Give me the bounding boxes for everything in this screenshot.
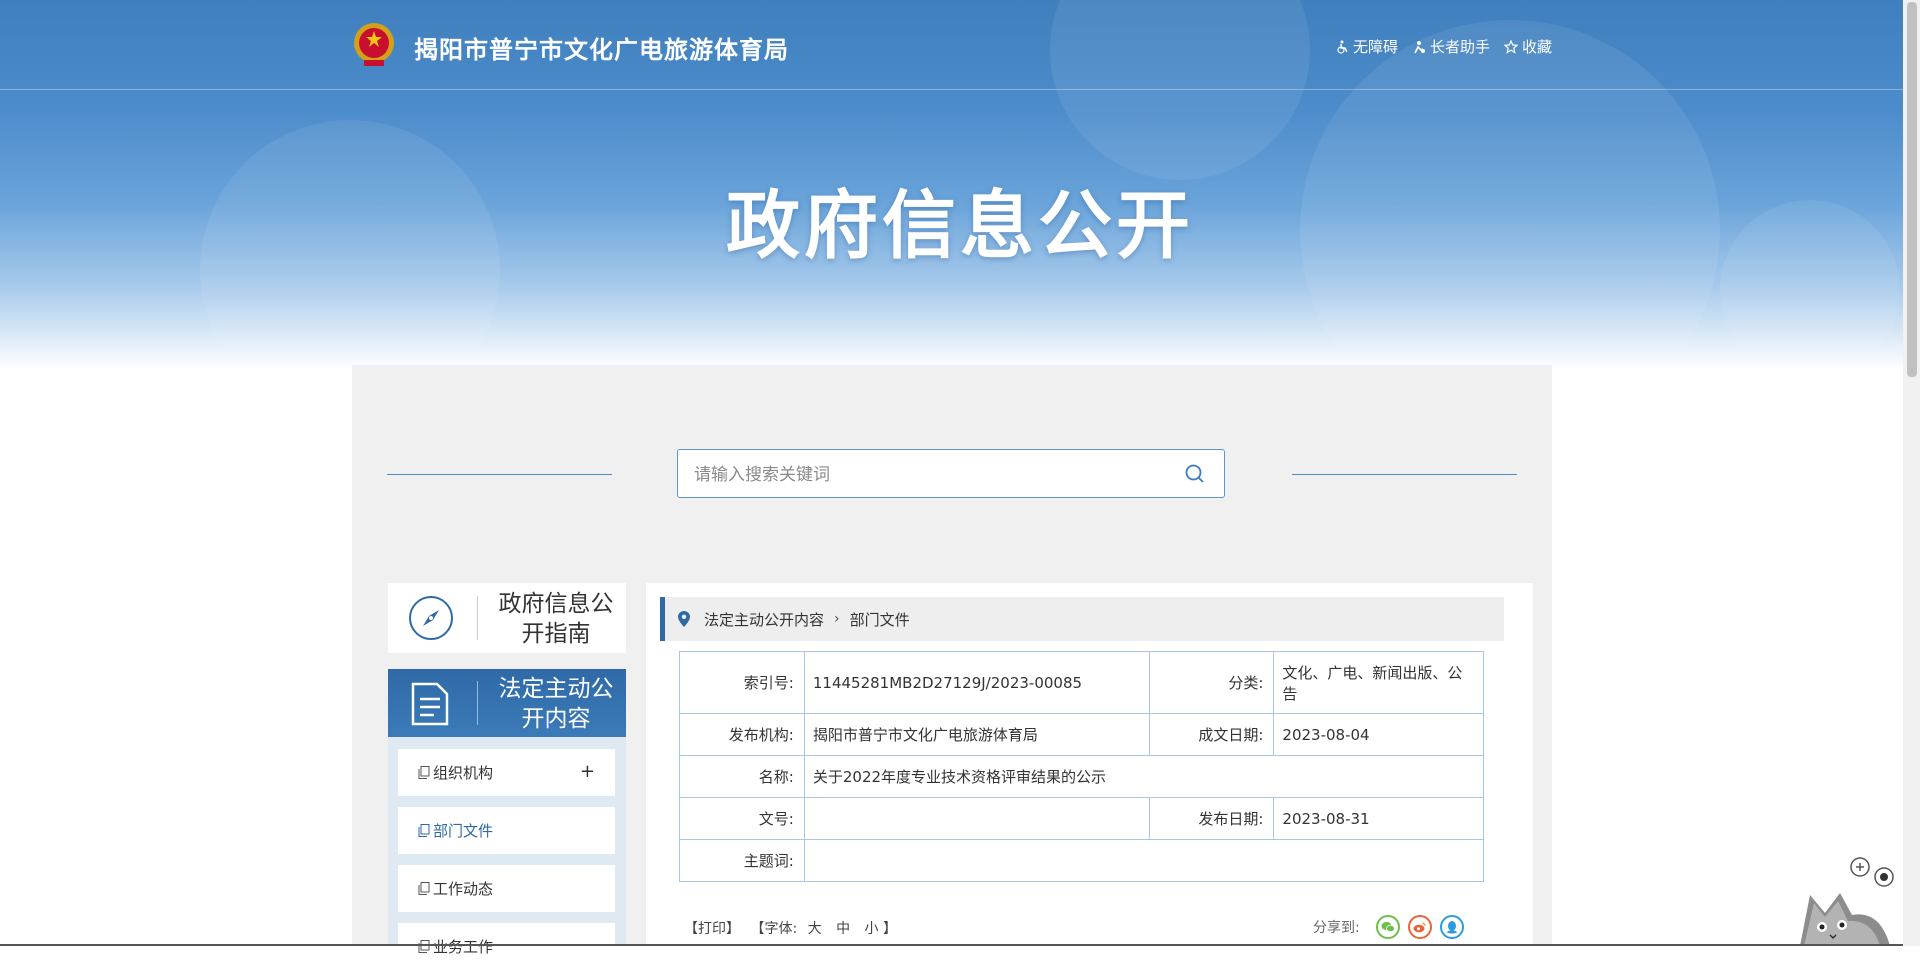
meta-key: 主题词:	[679, 839, 805, 882]
compass-icon	[409, 596, 453, 640]
location-pin-icon	[678, 611, 690, 627]
breadcrumb: 法定主动公开内容 › 部门文件	[660, 597, 1504, 641]
file-icon	[418, 940, 430, 953]
scrollbar-thumb[interactable]	[1907, 2, 1917, 377]
document-icon	[411, 682, 449, 726]
meta-value: 文化、广电、新闻出版、公告	[1273, 651, 1484, 714]
sidebar-item-label: 部门文件	[433, 822, 494, 840]
elder-assistant-label: 长者助手	[1429, 38, 1490, 56]
meta-value: 11445281MB2D27129J/2023-00085	[803, 651, 1150, 714]
header-tools: 无障碍 长者助手 收藏	[1335, 36, 1552, 57]
sidebar-item-department-docs[interactable]: 部门文件	[398, 807, 615, 854]
law-separator	[477, 681, 478, 725]
table-row: 主题词:	[679, 839, 1485, 882]
meta-key: 成文日期:	[1148, 713, 1275, 756]
accessibility-label: 无障碍	[1352, 38, 1398, 56]
file-icon	[418, 766, 430, 779]
table-row: 文号: 发布日期: 2023-08-31	[679, 797, 1484, 840]
meta-key: 发布机构:	[679, 713, 805, 756]
sidebar-item-work-news[interactable]: 工作动态	[398, 865, 615, 912]
favorite-label: 收藏	[1521, 38, 1552, 56]
share-bar: 分享到:	[1313, 915, 1464, 939]
vertical-scrollbar[interactable]	[1903, 0, 1920, 946]
sidebar-item-business[interactable]: 业务工作	[398, 923, 615, 970]
document-meta-table: 索引号: 11445281MB2D27129J/2023-00085 分类: 文…	[679, 651, 1485, 882]
page-title: 政府信息公开	[726, 183, 1194, 269]
top-bar: 揭阳市普宁市文化广电旅游体育局 无障碍 长者助手 收藏	[0, 0, 1920, 90]
chevron-right-icon: ›	[834, 611, 840, 627]
breadcrumb-item[interactable]: 法定主动公开内容	[704, 609, 824, 630]
elder-assistant-button[interactable]: 长者助手	[1412, 36, 1490, 57]
expand-icon[interactable]: +	[580, 761, 595, 782]
article-tools: 【打印】 【字体: 大 中 小 】	[684, 918, 897, 938]
law-label: 法定主动公开内容	[498, 676, 614, 732]
open-info-guide-card[interactable]: 政府信息公开指南	[388, 583, 626, 653]
share-label: 分享到:	[1313, 920, 1360, 936]
table-row: 发布机构: 揭阳市普宁市文化广电旅游体育局 成文日期: 2023-08-04	[679, 713, 1484, 756]
favorite-button[interactable]: 收藏	[1503, 36, 1552, 57]
elder-icon	[1414, 40, 1425, 53]
meta-key: 索引号:	[679, 651, 805, 714]
qq-share-icon[interactable]	[1439, 915, 1464, 939]
table-row: 名称: 关于2022年度专业技术资格评审结果的公示	[679, 755, 1485, 798]
font-size-label: 【字体:	[750, 921, 798, 937]
sidebar-item-label: 组织机构	[433, 764, 494, 782]
breadcrumb-item[interactable]: 部门文件	[850, 609, 910, 630]
file-icon	[418, 824, 430, 837]
search-divider-left	[387, 474, 612, 475]
meta-key: 名称:	[679, 755, 805, 798]
meta-value: 2023-08-31	[1273, 797, 1484, 840]
meta-value: 揭阳市普宁市文化广电旅游体育局	[803, 713, 1150, 756]
header-banner: 揭阳市普宁市文化广电旅游体育局 无障碍 长者助手 收藏 政府信息公开	[0, 0, 1920, 370]
meta-value	[803, 839, 1485, 882]
weibo-share-icon[interactable]	[1407, 915, 1432, 939]
accessibility-button[interactable]: 无障碍	[1335, 36, 1398, 57]
cat-mascot-icon[interactable]	[1780, 855, 1900, 946]
font-medium-button[interactable]: 中	[836, 921, 850, 937]
sidebar-item-label: 业务工作	[433, 938, 494, 956]
wheelchair-icon	[1337, 40, 1348, 54]
meta-key: 分类:	[1148, 651, 1275, 714]
wechat-share-icon[interactable]	[1375, 915, 1400, 939]
guide-separator	[477, 596, 478, 640]
font-large-button[interactable]: 大	[808, 921, 822, 937]
sidebar-menu: 组织机构 + 部门文件 工作动态 业务工作	[388, 737, 626, 970]
national-emblem-icon	[354, 23, 394, 66]
font-small-button[interactable]: 小	[865, 921, 879, 937]
search-box	[677, 449, 1225, 499]
file-icon	[418, 882, 430, 895]
sidebar-item-organization[interactable]: 组织机构 +	[398, 749, 615, 796]
table-row: 索引号: 11445281MB2D27129J/2023-00085 分类: 文…	[679, 651, 1484, 714]
meta-key: 文号:	[679, 797, 805, 840]
star-icon	[1503, 39, 1518, 54]
site-name[interactable]: 揭阳市普宁市文化广电旅游体育局	[414, 30, 789, 65]
font-size-close: 】	[882, 921, 897, 937]
search-divider-right	[1292, 474, 1517, 475]
search-icon[interactable]	[1184, 463, 1206, 485]
sidebar-item-label: 工作动态	[433, 880, 494, 898]
guide-label: 政府信息公开指南	[498, 591, 614, 647]
meta-value: 2023-08-04	[1273, 713, 1484, 756]
print-button[interactable]: 【打印】	[684, 921, 740, 937]
meta-value	[803, 797, 1150, 840]
statutory-content-card[interactable]: 法定主动公开内容	[388, 669, 626, 737]
meta-value: 关于2022年度专业技术资格评审结果的公示	[803, 755, 1485, 798]
meta-key: 发布日期:	[1148, 797, 1275, 840]
search-input[interactable]	[692, 450, 1166, 499]
